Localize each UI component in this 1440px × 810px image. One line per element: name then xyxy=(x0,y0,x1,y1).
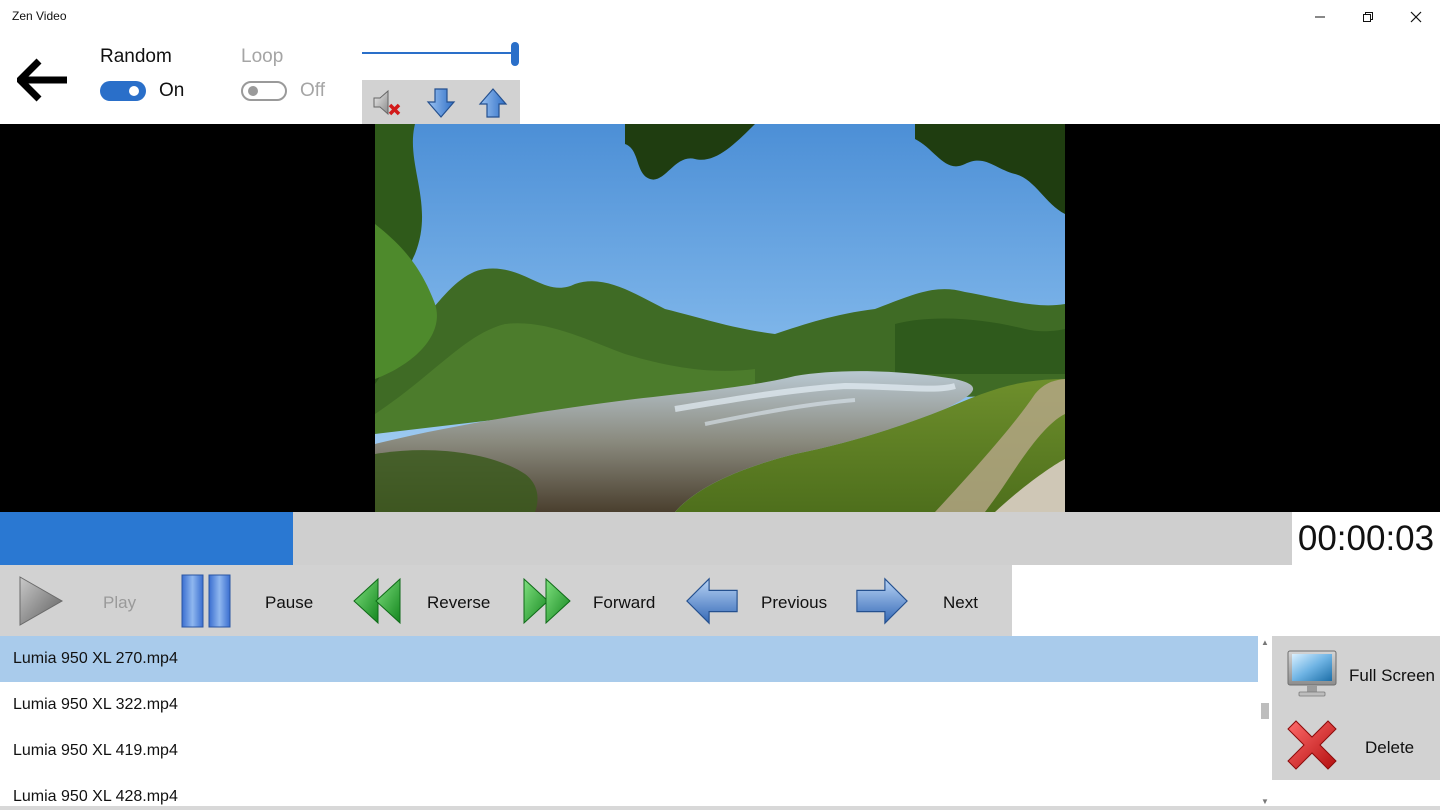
transport-controls: Play Pause Reverse Forward Previous Next xyxy=(0,565,1012,636)
file-name: Lumia 950 XL 270.mp4 xyxy=(13,650,178,667)
pause-button[interactable]: Pause xyxy=(168,565,338,636)
volume-down-icon xyxy=(426,88,456,118)
video-player[interactable] xyxy=(0,124,1440,512)
fast-forward-icon xyxy=(518,573,574,629)
title-bar: Zen Video xyxy=(0,0,1440,34)
previous-button[interactable]: Previous xyxy=(678,565,846,636)
minimize-icon xyxy=(1315,16,1325,18)
window-title: Zen Video xyxy=(12,9,67,23)
arrow-left-icon xyxy=(17,58,67,102)
file-name: Lumia 950 XL 419.mp4 xyxy=(13,742,178,759)
toggle-knob xyxy=(248,86,258,96)
loop-state: Off xyxy=(300,80,325,101)
play-label: Play xyxy=(103,593,137,612)
arrow-right-icon xyxy=(854,573,910,629)
file-name: Lumia 950 XL 322.mp4 xyxy=(13,696,178,713)
fullscreen-label: Full Screen xyxy=(1349,666,1435,685)
loop-label: Loop xyxy=(241,46,284,67)
bottom-edge xyxy=(0,806,1440,810)
volume-track xyxy=(362,52,512,54)
time-display: 00:00:03 xyxy=(1292,512,1440,565)
next-label: Next xyxy=(943,593,978,612)
forward-label: Forward xyxy=(593,593,656,612)
file-list-scrollbar[interactable]: ▲ ▼ xyxy=(1258,636,1272,810)
red-x-icon xyxy=(1284,717,1340,773)
close-icon xyxy=(1410,11,1422,23)
volume-down-button[interactable] xyxy=(424,86,458,120)
volume-up-icon xyxy=(478,88,508,118)
scroll-up-icon[interactable]: ▲ xyxy=(1261,639,1269,647)
seek-bar-fill xyxy=(0,512,294,565)
arrow-left-icon xyxy=(684,573,740,629)
volume-thumb[interactable] xyxy=(511,42,519,66)
mute-button[interactable] xyxy=(370,86,404,120)
reverse-label: Reverse xyxy=(427,593,491,612)
video-frame xyxy=(375,124,1065,512)
river-landscape-image xyxy=(375,124,1065,512)
random-label: Random xyxy=(100,46,172,67)
scroll-thumb[interactable] xyxy=(1261,703,1269,719)
fullscreen-button[interactable]: Full Screen xyxy=(1272,638,1440,708)
random-toggle[interactable] xyxy=(100,81,146,101)
forward-button[interactable]: Forward xyxy=(508,565,678,636)
volume-buttons xyxy=(362,80,520,124)
reverse-button[interactable]: Reverse xyxy=(338,565,508,636)
rewind-icon xyxy=(350,573,406,629)
minimize-button[interactable] xyxy=(1296,0,1344,34)
list-item[interactable]: Lumia 950 XL 428.mp4 xyxy=(0,774,1258,810)
restore-icon xyxy=(1363,12,1373,22)
list-item[interactable]: Lumia 950 XL 419.mp4 xyxy=(0,728,1258,774)
scroll-down-icon[interactable]: ▼ xyxy=(1261,798,1269,806)
loop-toggle[interactable] xyxy=(241,81,287,101)
toggle-knob xyxy=(129,86,139,96)
play-icon xyxy=(12,573,68,629)
previous-label: Previous xyxy=(761,593,828,612)
back-button[interactable] xyxy=(14,54,72,106)
file-name: Lumia 950 XL 428.mp4 xyxy=(13,788,178,805)
side-actions: Full Screen Delete xyxy=(1272,636,1440,780)
play-button[interactable]: Play xyxy=(0,565,168,636)
volume-up-button[interactable] xyxy=(476,86,510,120)
mute-icon xyxy=(373,89,401,116)
restore-button[interactable] xyxy=(1344,0,1392,34)
list-item[interactable]: Lumia 950 XL 270.mp4 xyxy=(0,636,1258,682)
next-button[interactable]: Next xyxy=(846,565,1012,636)
close-button[interactable] xyxy=(1392,0,1440,34)
monitor-icon xyxy=(1284,645,1340,701)
delete-label: Delete xyxy=(1365,738,1415,757)
loop-toggle-group: Loop Off xyxy=(241,46,325,102)
pause-label: Pause xyxy=(265,593,314,612)
pause-icon xyxy=(178,573,234,629)
file-list: Lumia 950 XL 270.mp4 Lumia 950 XL 322.mp… xyxy=(0,636,1258,810)
list-item[interactable]: Lumia 950 XL 322.mp4 xyxy=(0,682,1258,728)
random-toggle-group: Random On xyxy=(100,46,184,102)
random-state: On xyxy=(159,80,185,101)
volume-slider[interactable] xyxy=(362,42,520,66)
delete-button[interactable]: Delete xyxy=(1272,710,1440,780)
seek-bar[interactable] xyxy=(0,512,1292,565)
